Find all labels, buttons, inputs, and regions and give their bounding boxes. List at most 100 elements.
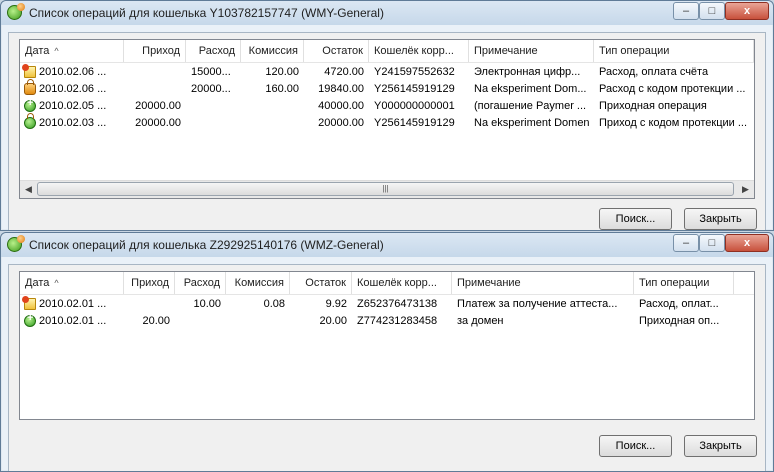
cell-type: Приходная оп... bbox=[639, 315, 720, 327]
window-client-area: Дата ^ Приход Расход Комиссия Остаток Кош… bbox=[8, 264, 766, 471]
cell-expense bbox=[186, 98, 241, 115]
cell-counterparty: Y256145919129 bbox=[374, 117, 455, 129]
cell-income bbox=[124, 296, 175, 313]
title-bar[interactable]: Список операций для кошелька Z2929251401… bbox=[1, 233, 773, 257]
cell-expense: 20000... bbox=[191, 83, 231, 95]
cell-note: (погашение Paymer ... bbox=[474, 100, 587, 112]
column-header-type[interactable]: Тип операции bbox=[594, 40, 754, 62]
window-title: Список операций для кошелька Y1037821577… bbox=[29, 6, 384, 20]
cell-balance: 4720.00 bbox=[324, 66, 364, 78]
column-header-income[interactable]: Приход bbox=[124, 272, 175, 294]
window-title: Список операций для кошелька Z2929251401… bbox=[29, 238, 384, 252]
cell-expense bbox=[186, 115, 241, 132]
cell-counterparty: Z652376473138 bbox=[357, 298, 438, 310]
column-header-type[interactable]: Тип операции bbox=[634, 272, 734, 294]
column-header-fee[interactable]: Комиссия bbox=[226, 272, 290, 294]
column-header-note[interactable]: Примечание bbox=[469, 40, 594, 62]
cell-type: Приходная операция bbox=[599, 100, 707, 112]
close-button[interactable]: Закрыть bbox=[684, 435, 757, 457]
cell-counterparty: Y256145919129 bbox=[374, 83, 455, 95]
cell-note: Электронная цифр... bbox=[474, 66, 581, 78]
sort-ascending-icon: ^ bbox=[54, 278, 59, 288]
cell-balance: 9.92 bbox=[325, 298, 347, 310]
cell-type: Расход, оплат... bbox=[639, 298, 719, 310]
cell-note: за домен bbox=[457, 315, 504, 327]
title-bar[interactable]: Список операций для кошелька Y1037821577… bbox=[1, 1, 773, 25]
webmoney-app-icon bbox=[7, 235, 25, 252]
operations-window-wmz: Список операций для кошелька Z2929251401… bbox=[0, 232, 774, 472]
scrollbar-thumb[interactable]: ||| bbox=[37, 182, 734, 196]
cell-date: 2010.02.05 ... bbox=[39, 100, 107, 112]
search-button[interactable]: Поиск... bbox=[599, 208, 672, 230]
cell-expense bbox=[175, 313, 226, 330]
cell-balance: 20000.00 bbox=[318, 117, 364, 129]
column-header-income[interactable]: Приход bbox=[124, 40, 186, 62]
cell-income: 20.00 bbox=[142, 315, 170, 327]
cell-fee bbox=[226, 313, 290, 330]
cell-counterparty: Y241597552632 bbox=[374, 66, 455, 78]
column-header-note[interactable]: Примечание bbox=[452, 272, 634, 294]
cell-fee bbox=[241, 98, 304, 115]
cell-income: 20000.00 bbox=[135, 100, 181, 112]
cell-note: Платеж за получение аттеста... bbox=[457, 298, 618, 310]
cell-type: Расход с кодом протекции ... bbox=[599, 83, 746, 95]
maximize-button[interactable]: □ bbox=[699, 2, 725, 20]
cell-fee: 120.00 bbox=[265, 66, 299, 78]
cell-date: 2010.02.03 ... bbox=[39, 117, 107, 129]
close-button[interactable]: Закрыть bbox=[684, 208, 757, 230]
cell-expense: 10.00 bbox=[193, 298, 221, 310]
table-row[interactable]: 2010.02.01 ... 10.00 0.08 9.92 Z65237647… bbox=[20, 296, 754, 313]
cell-balance: 20.00 bbox=[319, 315, 347, 327]
scroll-left-arrow-icon[interactable]: ◀ bbox=[20, 181, 37, 198]
column-header-balance[interactable]: Остаток bbox=[290, 272, 352, 294]
horizontal-scrollbar[interactable]: ◀ ||| ▶ bbox=[20, 180, 754, 198]
cell-date: 2010.02.06 ... bbox=[39, 66, 107, 78]
cell-fee bbox=[241, 115, 304, 132]
cell-fee: 160.00 bbox=[265, 83, 299, 95]
cell-date: 2010.02.06 ... bbox=[39, 83, 107, 95]
column-header-fee[interactable]: Комиссия bbox=[241, 40, 304, 62]
column-header-balance[interactable]: Остаток bbox=[304, 40, 369, 62]
scroll-right-arrow-icon[interactable]: ▶ bbox=[737, 181, 754, 198]
minimize-button[interactable]: – bbox=[673, 2, 699, 20]
table-row[interactable]: 2010.02.01 ... 20.00 20.00 Z774231283458… bbox=[20, 312, 754, 330]
column-header-date[interactable]: Дата ^ bbox=[20, 40, 124, 62]
list-header: Дата ^ Приход Расход Комиссия Остаток Кош… bbox=[20, 272, 754, 295]
cell-date: 2010.02.01 ... bbox=[39, 315, 107, 327]
table-row[interactable]: 2010.02.05 ... 20000.00 40000.00 Y000000… bbox=[20, 97, 754, 115]
cell-income bbox=[124, 81, 186, 98]
cell-note: Na eksperiment Dom... bbox=[474, 83, 587, 95]
column-header-counterparty[interactable]: Кошелёк корр... bbox=[369, 40, 469, 62]
close-window-button[interactable]: x bbox=[725, 2, 769, 20]
column-header-label: Дата bbox=[25, 45, 50, 57]
cell-counterparty: Z774231283458 bbox=[357, 315, 438, 327]
close-window-button[interactable]: x bbox=[725, 234, 769, 252]
cell-type: Приход с кодом протекции ... bbox=[599, 117, 748, 129]
cell-type: Расход, оплата счёта bbox=[599, 66, 709, 78]
cell-date: 2010.02.01 ... bbox=[39, 298, 107, 310]
column-header-expense[interactable]: Расход bbox=[175, 272, 226, 294]
table-row[interactable]: 2010.02.03 ... 20000.00 20000.00 Y256145… bbox=[20, 113, 754, 132]
table-row[interactable]: 2010.02.06 ... 15000... 120.00 4720.00 Y… bbox=[20, 64, 754, 81]
column-header-expense[interactable]: Расход bbox=[186, 40, 241, 62]
table-row[interactable]: 2010.02.06 ... 20000... 160.00 19840.00 … bbox=[20, 79, 754, 98]
operations-window-wmy: Список операций для кошелька Y1037821577… bbox=[0, 0, 774, 231]
cell-balance: 19840.00 bbox=[318, 83, 364, 95]
operations-list[interactable]: Дата ^ Приход Расход Комиссия Остаток Кош… bbox=[19, 39, 755, 199]
operations-list[interactable]: Дата ^ Приход Расход Комиссия Остаток Кош… bbox=[19, 271, 755, 420]
cell-fee: 0.08 bbox=[263, 298, 285, 310]
cell-expense: 15000... bbox=[191, 66, 231, 78]
window-client-area: Дата ^ Приход Расход Комиссия Остаток Кош… bbox=[8, 32, 766, 230]
maximize-button[interactable]: □ bbox=[699, 234, 725, 252]
search-button[interactable]: Поиск... bbox=[599, 435, 672, 457]
cell-note: Na eksperiment Domen bbox=[474, 117, 590, 129]
webmoney-app-icon bbox=[7, 3, 25, 20]
minimize-button[interactable]: – bbox=[673, 234, 699, 252]
cell-income: 20000.00 bbox=[135, 117, 181, 129]
cell-income bbox=[124, 64, 186, 81]
cell-counterparty: Y000000000001 bbox=[374, 100, 455, 112]
column-header-counterparty[interactable]: Кошелёк корр... bbox=[352, 272, 452, 294]
column-header-label: Дата bbox=[25, 277, 50, 289]
column-header-date[interactable]: Дата ^ bbox=[20, 272, 124, 294]
list-header: Дата ^ Приход Расход Комиссия Остаток Кош… bbox=[20, 40, 754, 63]
